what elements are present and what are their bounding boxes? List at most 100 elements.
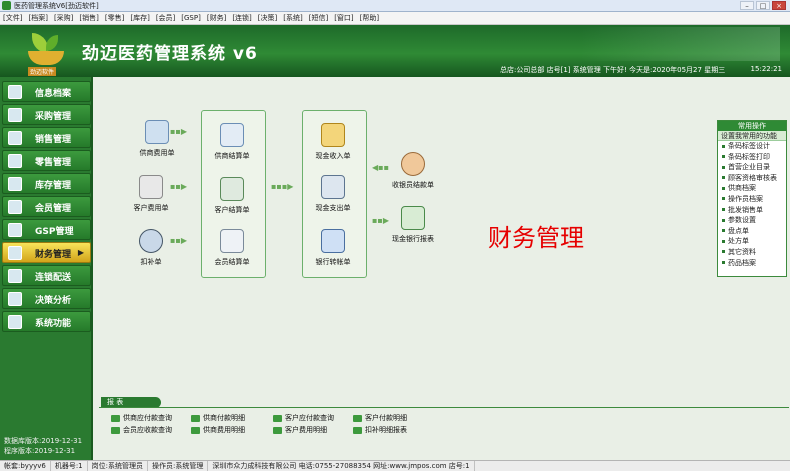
sidebar-item-label: 会员管理	[35, 204, 72, 214]
sidebar-item-chain[interactable]: 连锁配送	[2, 265, 91, 286]
menu-purchase[interactable]: [采购]	[54, 12, 73, 24]
report-link-label: 供商付款明细	[203, 414, 245, 422]
arrow-right-icon	[353, 414, 362, 422]
quick-action-item[interactable]: 操作员档案	[718, 194, 786, 205]
sidebar-item-member[interactable]: 会员管理	[2, 196, 91, 217]
bullet-icon	[722, 208, 725, 212]
report-link[interactable]: 供商费用明细	[191, 425, 245, 435]
menu-finance[interactable]: [财务]	[207, 12, 226, 24]
sidebar-item-finance[interactable]: 财务管理 ▶	[2, 242, 91, 263]
quick-action-item[interactable]: 处方单	[718, 236, 786, 247]
bank-transfer-node[interactable]: 银行转帐单	[298, 229, 368, 267]
sidebar-item-inventory[interactable]: 库存管理	[2, 173, 91, 194]
quick-action-item[interactable]: 首营企业目录	[718, 162, 786, 173]
quick-action-item[interactable]: 药品档案	[718, 258, 786, 269]
menu-window[interactable]: [窗口]	[334, 12, 353, 24]
report-link[interactable]: 客户费用明细	[273, 425, 327, 435]
maximize-button[interactable]: □	[756, 1, 770, 10]
quick-actions-settings[interactable]: 设置我常用的功能	[718, 131, 786, 141]
purchase-icon	[8, 108, 22, 122]
quick-action-item[interactable]: 盘点单	[718, 226, 786, 237]
sidebar-item-info[interactable]: 信息档案	[2, 81, 91, 102]
status-operator: 操作员:系统管理	[148, 461, 209, 471]
menu-inventory[interactable]: [库存]	[130, 12, 149, 24]
cash-bank-report-node[interactable]: 现金银行报表	[378, 206, 448, 244]
header-clock: 15:22:21	[750, 65, 782, 73]
menu-gsp[interactable]: [GSP]	[181, 12, 201, 24]
menu-member[interactable]: [会员]	[156, 12, 175, 24]
report-link[interactable]: 供商付款明细	[191, 413, 245, 423]
cash-income-node[interactable]: 现金收入单	[298, 123, 368, 161]
quick-action-item[interactable]: 批发销售单	[718, 205, 786, 216]
sidebar-item-label: GSP管理	[35, 227, 74, 237]
quick-action-label: 条码标签设计	[728, 142, 770, 150]
reports-divider	[99, 407, 789, 408]
quick-action-item[interactable]: 其它资料	[718, 247, 786, 258]
customer-settlement-node[interactable]: 客户结算单	[197, 177, 267, 215]
supplier-expense-node[interactable]: 供商费用单	[122, 120, 192, 158]
sidebar-item-decision[interactable]: 决策分析	[2, 288, 91, 309]
quick-action-label: 批发销售单	[728, 205, 763, 214]
status-company: 深圳市众力成科技有限公司 电话:0755-27088354 网址:www.jmp…	[208, 461, 475, 471]
node-label: 现金支出单	[315, 204, 351, 212]
report-link-label: 客户费用明细	[285, 426, 327, 434]
decision-icon	[8, 292, 22, 306]
menu-file[interactable]: [文件]	[3, 12, 22, 24]
arrow-right-icon	[273, 426, 282, 434]
report-link[interactable]: 会员应收款查询	[111, 425, 172, 435]
quick-action-item[interactable]: 供商档案	[718, 183, 786, 194]
bullet-icon	[722, 144, 725, 148]
status-role: 岗位:系统管理员	[88, 461, 148, 471]
close-button[interactable]: ×	[772, 1, 786, 10]
customer-expense-node[interactable]: 客户费用单	[116, 175, 186, 213]
cash-expense-node[interactable]: 现金支出单	[298, 175, 368, 213]
minimize-button[interactable]: –	[740, 1, 754, 10]
report-link[interactable]: 客户付款明细	[353, 413, 407, 423]
sales-icon	[8, 131, 22, 145]
quick-action-label: 条码标签打印	[728, 152, 770, 161]
sidebar-item-gsp[interactable]: GSP管理	[2, 219, 91, 240]
sidebar-item-label: 零售管理	[35, 158, 72, 168]
bullet-icon	[722, 155, 725, 159]
bullet-icon	[722, 261, 725, 265]
bullet-icon	[722, 197, 725, 201]
menu-help[interactable]: [帮助]	[360, 12, 379, 24]
sidebar-item-retail[interactable]: 零售管理	[2, 150, 91, 171]
person-icon	[139, 229, 163, 253]
bullet-icon	[722, 250, 725, 254]
menu-archive[interactable]: [档案]	[28, 12, 47, 24]
report-link[interactable]: 扣补明细报表	[353, 425, 407, 435]
quick-action-item[interactable]: 参数设置	[718, 215, 786, 226]
page-title: 财务管理	[488, 224, 584, 252]
quick-action-item[interactable]: 条码标签打印	[718, 152, 786, 163]
report-link[interactable]: 客户应付款查询	[273, 413, 334, 423]
logo-bowl-icon	[28, 51, 64, 65]
menu-system[interactable]: [系统]	[283, 12, 302, 24]
cashier-settlement-node[interactable]: 收银员结款单	[378, 152, 448, 190]
menu-decision[interactable]: [决策]	[258, 12, 277, 24]
arrow-right-icon	[191, 426, 200, 434]
menu-sales[interactable]: [销售]	[79, 12, 98, 24]
bullet-icon	[722, 186, 725, 190]
sidebar-item-system[interactable]: 系统功能	[2, 311, 91, 332]
node-label: 现金银行报表	[392, 235, 434, 243]
quick-action-item[interactable]: 条码标签设计	[718, 141, 786, 152]
quick-action-label: 其它资料	[728, 247, 756, 256]
report-link[interactable]: 供商应付款查询	[111, 413, 172, 423]
menu-chain[interactable]: [连锁]	[232, 12, 251, 24]
quick-action-label: 处方单	[728, 237, 749, 246]
node-label: 会员结算单	[214, 258, 250, 266]
status-bar: 帐套:byyyv6 机器号:1 岗位:系统管理员 操作员:系统管理 深圳市众力成…	[0, 460, 790, 471]
report-link-label: 会员应收款查询	[123, 426, 172, 434]
bank-icon	[321, 229, 345, 253]
sidebar-item-purchase[interactable]: 采购管理	[2, 104, 91, 125]
deduction-node[interactable]: 扣补单	[116, 229, 186, 267]
window-title: 医药管理系统V6[劲迈软件]	[14, 2, 99, 10]
quick-action-item[interactable]: 顾客资格审核表	[718, 173, 786, 184]
supplier-settlement-node[interactable]: 供商结算单	[197, 123, 267, 161]
sidebar-item-sales[interactable]: 销售管理	[2, 127, 91, 148]
member-settlement-node[interactable]: 会员结算单	[197, 229, 267, 267]
menu-sms[interactable]: [短信]	[309, 12, 328, 24]
menu-retail[interactable]: [零售]	[105, 12, 124, 24]
node-label: 供商费用单	[139, 149, 175, 157]
